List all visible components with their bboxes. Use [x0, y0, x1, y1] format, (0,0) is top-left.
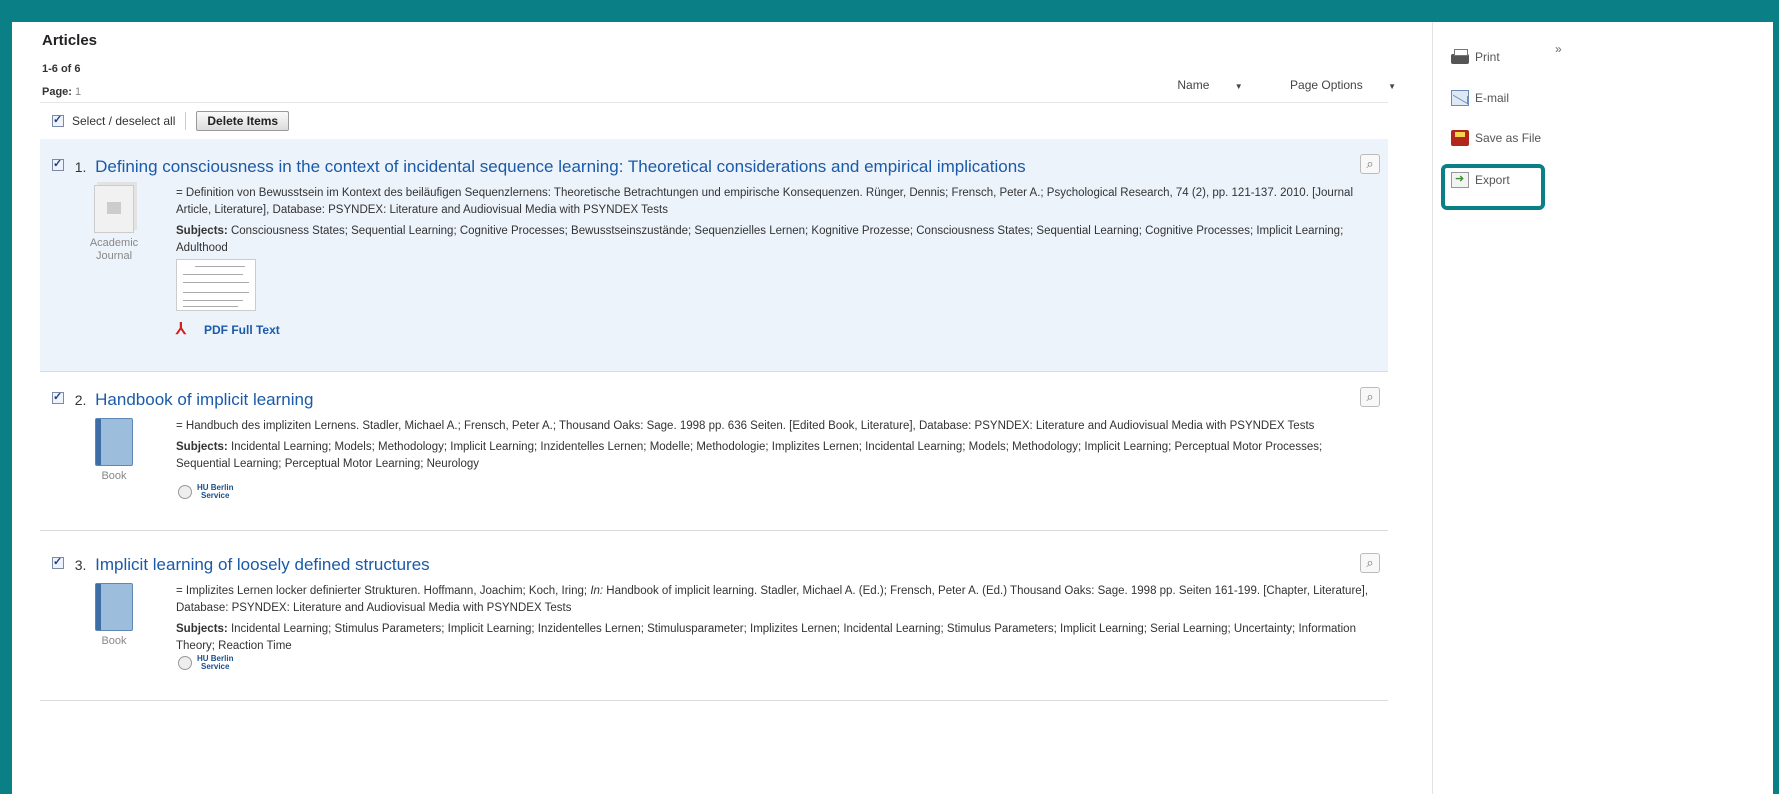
- sort-name-dropdown[interactable]: Name ▼: [1155, 78, 1242, 92]
- publication-type: Academic Journal: [82, 185, 146, 263]
- page-options-dropdown[interactable]: Page Options ▼: [1268, 78, 1396, 92]
- save-as-file-tool[interactable]: Save as File: [1451, 130, 1541, 146]
- result-title-link[interactable]: Handbook of implicit learning: [95, 390, 313, 409]
- hu-berlin-seal-icon: [178, 485, 192, 499]
- result-number: 3.: [74, 557, 87, 573]
- export-highlight: [1441, 164, 1545, 210]
- thumbnail-line: [183, 300, 243, 301]
- print-tool[interactable]: Print: [1451, 49, 1500, 64]
- page-number[interactable]: 1: [75, 86, 81, 98]
- list-item: 1. Defining consciousness in the context…: [40, 139, 1388, 372]
- email-icon: [1451, 90, 1469, 106]
- result-body: = Handbuch des impliziten Lernens. Stadl…: [176, 418, 1372, 473]
- result-checkbox[interactable]: [52, 555, 64, 569]
- chevron-down-icon: ▼: [1388, 82, 1396, 91]
- select-all-label: Select / deselect all: [72, 113, 176, 128]
- preview-magnifier-icon[interactable]: ⌕: [1360, 154, 1380, 174]
- result-title-link[interactable]: Implicit learning of loosely defined str…: [95, 555, 430, 574]
- page-title: Articles: [42, 32, 98, 49]
- result-subjects: Subjects: Incidental Learning; Stimulus …: [176, 621, 1372, 655]
- subjects-text: Consciousness States; Sequential Learnin…: [176, 225, 1344, 254]
- subjects-label: Subjects:: [176, 225, 228, 237]
- list-item: 3. Implicit learning of loosely defined …: [40, 531, 1388, 701]
- save-as-file-label: Save as File: [1475, 131, 1542, 145]
- preview-magnifier-icon[interactable]: ⌕: [1360, 387, 1380, 407]
- pdf-icon: ⅄: [176, 321, 186, 338]
- result-number: 1.: [74, 159, 87, 175]
- description-main: = Implizites Lernen locker definierter S…: [176, 585, 591, 597]
- thumbnail-line: [183, 306, 238, 307]
- divider: [185, 111, 187, 130]
- result-checkbox[interactable]: [52, 157, 64, 171]
- sort-name-label: Name: [1177, 78, 1210, 92]
- result-body: = Definition von Bewusstsein im Kontext …: [176, 185, 1372, 257]
- academic-journal-icon: [94, 185, 134, 233]
- result-description: = Definition von Bewusstsein im Kontext …: [176, 187, 1354, 216]
- book-icon: [95, 418, 133, 466]
- thumbnail-line: [195, 266, 245, 267]
- result-range: 1-6 of 6: [42, 63, 81, 75]
- selection-toolbar: Select / deselect all Delete Items: [40, 102, 1388, 138]
- result-number: 2.: [74, 392, 87, 408]
- pdf-full-text-label: PDF Full Text: [204, 323, 280, 337]
- select-all-checkbox[interactable]: [52, 113, 64, 127]
- thumbnail-line: [183, 282, 249, 283]
- sort-options: Name ▼ Page Options ▼: [1133, 78, 1396, 92]
- book-icon: [95, 583, 133, 631]
- result-title-row: 3. Implicit learning of loosely defined …: [52, 555, 430, 575]
- result-subjects: Subjects: Consciousness States; Sequenti…: [176, 223, 1372, 257]
- description-in: In:: [590, 585, 604, 597]
- page-indicator: Page: 1: [42, 86, 97, 98]
- hu-berlin-seal-icon: [178, 656, 192, 670]
- chevron-down-icon: ▼: [1234, 82, 1243, 91]
- subjects-text: Incidental Learning; Stimulus Parameters…: [176, 623, 1356, 652]
- print-label: Print: [1475, 50, 1500, 64]
- hu-berlin-service-link[interactable]: HU Berlin Service: [178, 655, 233, 671]
- publication-type-label: Book: [101, 635, 127, 647]
- email-label: E-mail: [1475, 91, 1510, 105]
- publication-type: Book: [82, 583, 146, 648]
- subjects-text: Incidental Learning; Models; Methodology…: [176, 441, 1323, 470]
- tools-sidebar: » Print E-mail Save as File Export: [1432, 22, 1773, 794]
- result-subjects: Subjects: Incidental Learning; Models; M…: [176, 439, 1372, 473]
- email-tool[interactable]: E-mail: [1451, 90, 1509, 106]
- badge-line-2: Service: [200, 662, 230, 671]
- delete-items-button[interactable]: Delete Items: [196, 110, 290, 131]
- result-description: = Handbuch des impliziten Lernens. Stadl…: [176, 420, 1315, 432]
- publication-type-label: Academic Journal: [89, 237, 139, 262]
- printer-icon: [1451, 49, 1469, 64]
- preview-magnifier-icon[interactable]: ⌕: [1360, 553, 1380, 573]
- list-item: 2. Handbook of implicit learning ⌕ Book …: [40, 372, 1388, 531]
- page-label: Page:: [42, 86, 72, 98]
- thumbnail-line: [183, 292, 249, 293]
- result-description: = Implizites Lernen locker definierter S…: [176, 583, 1372, 617]
- result-title-link[interactable]: Defining consciousness in the context of…: [95, 157, 1026, 176]
- hu-berlin-badge-text: HU Berlin Service: [197, 655, 233, 671]
- badge-line-2: Service: [200, 491, 230, 500]
- result-title-row: 2. Handbook of implicit learning: [52, 390, 313, 410]
- collapse-sidebar-icon[interactable]: »: [1555, 42, 1562, 56]
- results-header: Articles 1-6 of 6 Page: 1: [42, 32, 97, 98]
- result-checkbox[interactable]: [52, 390, 64, 404]
- result-body: = Implizites Lernen locker definierter S…: [176, 583, 1372, 655]
- hu-berlin-badge-text: HU Berlin Service: [197, 484, 233, 500]
- result-title-row: 1. Defining consciousness in the context…: [52, 157, 1026, 177]
- publication-type-label: Book: [101, 470, 127, 482]
- results-panel: Articles 1-6 of 6 Page: 1 Name ▼ Page Op…: [12, 22, 1432, 794]
- subjects-label: Subjects:: [176, 623, 228, 635]
- thumbnail-line: [183, 274, 243, 275]
- pdf-full-text-link[interactable]: ⅄ PDF Full Text: [176, 321, 280, 339]
- hu-berlin-service-link[interactable]: HU Berlin Service: [178, 484, 233, 500]
- publication-type: Book: [82, 418, 146, 483]
- subjects-label: Subjects:: [176, 441, 228, 453]
- page-options-label: Page Options: [1290, 78, 1363, 92]
- article-thumbnail[interactable]: [176, 259, 256, 311]
- results-list: 1. Defining consciousness in the context…: [40, 139, 1388, 701]
- floppy-disk-icon: [1451, 130, 1469, 146]
